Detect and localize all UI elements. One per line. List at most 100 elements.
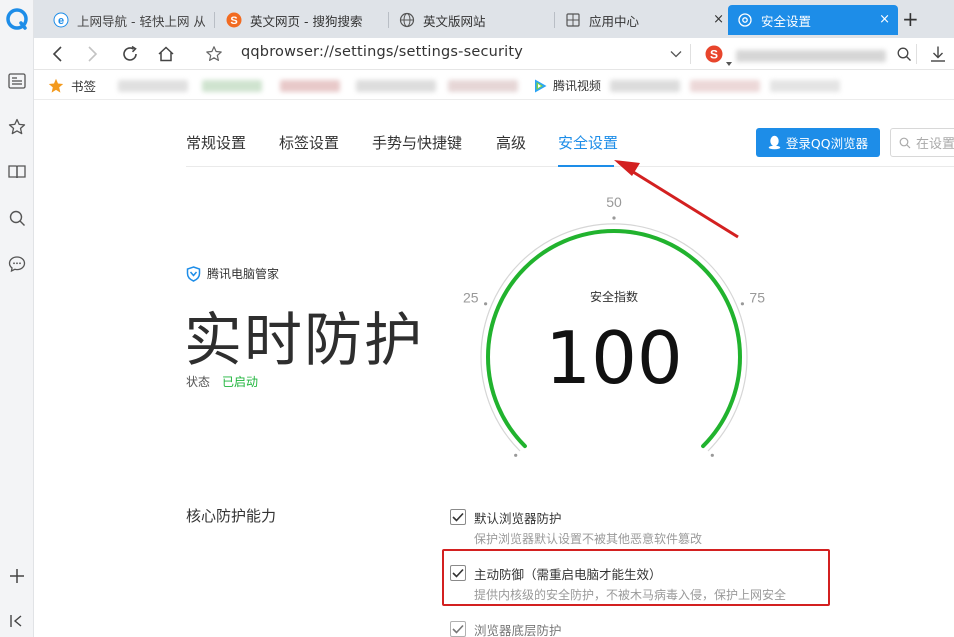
tab-close-icon[interactable]: × [879, 12, 890, 28]
address-bar[interactable]: qqbrowser://settings/settings-security [241, 44, 523, 60]
forward-arrow-icon[interactable] [80, 42, 104, 66]
tab-app-center[interactable]: 应用中心 × [556, 5, 726, 35]
divider [916, 44, 917, 64]
tab-english-site[interactable]: 英文版网站 [390, 5, 560, 35]
new-tab-button[interactable]: + [902, 6, 919, 32]
blurred-bookmark[interactable] [202, 80, 262, 92]
core-protection-heading: 核心防护能力 [186, 507, 277, 525]
blurred-bookmark[interactable] [280, 80, 340, 92]
bookmarks-bar: 书签 腾讯视频 [34, 70, 954, 100]
security-index-gauge: 0255075100 安全指数 100 [463, 197, 765, 457]
blurred-search-box[interactable] [736, 50, 886, 62]
navigation-bar: qqbrowser://settings/settings-security S [34, 38, 954, 70]
gauge-label: 安全指数 [590, 289, 638, 304]
login-qq-browser-button[interactable]: 登录QQ浏览器 [756, 128, 880, 157]
option-label[interactable]: 默认浏览器防护 [474, 508, 562, 527]
blurred-bookmark[interactable] [448, 80, 518, 92]
tab-security-settings[interactable]: 安全设置 × [728, 5, 898, 35]
tab-tab-settings[interactable]: 标签设置 [279, 132, 339, 153]
home-icon[interactable] [154, 42, 178, 66]
bookmarks-button[interactable]: 书签 [48, 76, 96, 95]
qq-browser-logo-icon[interactable] [0, 4, 34, 34]
blurred-bookmark[interactable] [356, 80, 436, 92]
tab-navigation[interactable]: e 上网导航 - 轻快上网 从 [44, 5, 212, 35]
tencent-pc-manager-brand: 腾讯电脑管家 [186, 265, 279, 282]
add-panel-icon[interactable] [0, 561, 34, 591]
gauge-tick-dot [710, 453, 714, 457]
blurred-bookmark[interactable] [610, 80, 680, 92]
engine-dropdown-icon[interactable] [726, 51, 732, 70]
tab-separator [388, 12, 389, 28]
back-arrow-icon[interactable] [46, 42, 70, 66]
tab-close-icon[interactable]: × [713, 12, 724, 28]
tab-separator [214, 12, 215, 28]
search-icon[interactable] [0, 203, 34, 233]
settings-gear-icon [737, 12, 753, 28]
search-placeholder: 在设置 [916, 137, 954, 152]
tab-title: 安全设置 [761, 13, 812, 29]
tencent-video-icon [532, 78, 548, 94]
gauge-tick-dot [484, 302, 488, 306]
bookmark-label: 腾讯视频 [553, 79, 602, 93]
tab-title: 上网导航 - 轻快上网 从 [77, 13, 205, 29]
tab-title: 英文版网站 [423, 13, 486, 29]
svg-text:e: e [58, 15, 64, 27]
bookmark-star-icon[interactable] [202, 42, 226, 66]
option-description: 保护浏览器默认设置不被其他恶意软件篡改 [474, 532, 703, 546]
search-icon [899, 137, 911, 149]
protection-status: 状态 已启动 [186, 373, 258, 390]
active-tab-indicator [558, 165, 614, 167]
status-label: 状态 [186, 375, 211, 389]
bookmarks-label: 书签 [71, 79, 97, 94]
browser-window: e 上网导航 - 轻快上网 从 S 英文网页 - 搜狗搜索 英文版网站 应用中心… [0, 0, 954, 637]
tab-security-settings[interactable]: 安全设置 [558, 132, 618, 153]
settings-search-input[interactable]: 在设置 [890, 128, 954, 157]
tab-title: 应用中心 [589, 13, 640, 29]
shield-icon [186, 265, 201, 282]
star-icon [48, 78, 64, 94]
login-button-label: 登录QQ浏览器 [785, 136, 869, 151]
sogou-icon: S [226, 12, 242, 28]
download-icon[interactable] [926, 42, 950, 66]
blurred-bookmark[interactable] [690, 80, 760, 92]
book-icon[interactable] [0, 157, 34, 187]
dropdown-chevron-icon[interactable] [664, 42, 688, 66]
gauge-tick-dot [740, 302, 744, 306]
left-sidebar [0, 0, 34, 637]
checkbox[interactable] [450, 509, 466, 525]
collapse-sidebar-icon[interactable] [0, 606, 34, 636]
gauge-value: 100 [545, 316, 682, 400]
star-favorites-icon[interactable] [0, 112, 34, 142]
tab-gestures-shortcuts[interactable]: 手势与快捷键 [372, 132, 462, 153]
ie-icon: e [53, 12, 69, 28]
tab-strip: e 上网导航 - 轻快上网 从 S 英文网页 - 搜狗搜索 英文版网站 应用中心… [34, 0, 954, 38]
reading-list-icon[interactable] [0, 66, 34, 96]
svg-text:S: S [710, 47, 718, 61]
divider [690, 44, 691, 64]
highlight-box-annotation [442, 549, 830, 606]
tab-sogou-search[interactable]: S 英文网页 - 搜狗搜索 [217, 5, 387, 35]
brand-label: 腾讯电脑管家 [207, 267, 280, 281]
app-center-icon [565, 12, 581, 28]
status-value: 已启动 [222, 375, 259, 389]
chat-bubble-icon[interactable] [0, 249, 34, 279]
gauge-tick-dot [514, 453, 518, 457]
blurred-bookmark[interactable] [118, 80, 188, 92]
bookmark-tencent-video[interactable]: 腾讯视频 [532, 77, 601, 94]
svg-text:S: S [230, 15, 237, 27]
search-icon[interactable] [892, 42, 916, 66]
gauge-tick-label: 25 [463, 290, 479, 306]
refresh-icon[interactable] [118, 42, 142, 66]
gauge-tick-label: 75 [749, 290, 765, 306]
tab-separator [554, 12, 555, 28]
qq-penguin-icon [768, 135, 781, 150]
option-label[interactable]: 浏览器底层防护 [474, 620, 562, 637]
tab-general-settings[interactable]: 常规设置 [186, 132, 246, 153]
checkbox[interactable] [450, 621, 466, 637]
search-engine-icon[interactable]: S [702, 42, 726, 66]
realtime-protection-title: 实时防护 [184, 306, 425, 374]
globe-icon [399, 12, 415, 28]
blurred-bookmark[interactable] [770, 80, 840, 92]
tab-advanced[interactable]: 高级 [496, 132, 526, 153]
gauge-tick-label: 50 [606, 197, 622, 210]
